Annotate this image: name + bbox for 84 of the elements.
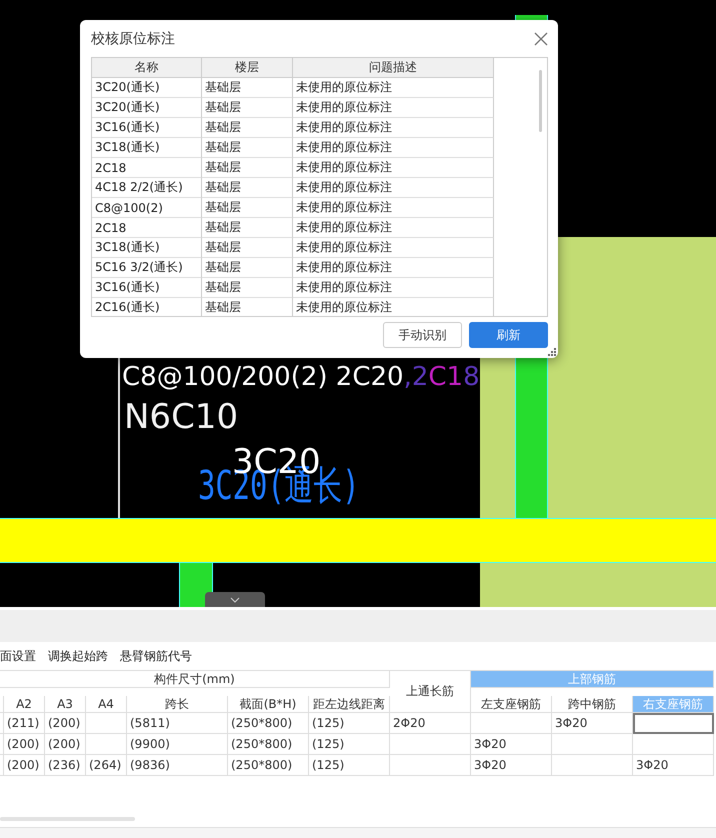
column-group-header: 上部钢筋 [471, 671, 714, 688]
table-cell[interactable]: (250*800) [228, 713, 309, 734]
table-cell[interactable]: 未使用的原位标注 [293, 218, 494, 238]
table-cell[interactable]: 基础层 [202, 198, 293, 218]
column-header[interactable]: 距左边线距离 [309, 696, 390, 713]
toolbar-item[interactable]: 调换起始跨 [48, 648, 108, 664]
table-cell[interactable]: 2C16(通长) [92, 298, 202, 316]
table-cell[interactable]: 3C20(通长) [92, 78, 202, 98]
dialog-title: 校核原位标注 [91, 30, 175, 48]
table-cell[interactable]: 2Φ20 [390, 713, 471, 734]
table-cell[interactable]: (125) [309, 713, 390, 734]
table-cell[interactable]: (264) [86, 755, 127, 776]
table-cell[interactable]: 基础层 [202, 98, 293, 118]
table-cell[interactable]: 2C18 [92, 218, 202, 238]
table-cell[interactable]: 未使用的原位标注 [293, 178, 494, 198]
column-shape [179, 563, 213, 607]
table-cell[interactable]: 未使用的原位标注 [293, 298, 494, 316]
table-cell[interactable]: 未使用的原位标注 [293, 238, 494, 258]
table-cell[interactable]: 2C18 [92, 158, 202, 178]
table-cell[interactable]: 基础层 [202, 118, 293, 138]
table-cell[interactable]: 3C18(通长) [92, 138, 202, 158]
table-cell[interactable]: (250*800) [228, 755, 309, 776]
table-cell[interactable]: 基础层 [202, 278, 293, 298]
table-cell[interactable]: 基础层 [202, 258, 293, 278]
table-cell[interactable]: 3C18(通长) [92, 238, 202, 258]
column-header[interactable]: 截面(B*H) [228, 696, 309, 713]
column-header[interactable]: A4 [86, 696, 127, 713]
column-header[interactable]: A3 [45, 696, 86, 713]
rebar-annotation: C8@100/200(2) 2C20,2C18 [122, 364, 480, 390]
column-header[interactable]: 跨长 [127, 696, 228, 713]
table-cell[interactable]: 基础层 [202, 218, 293, 238]
table-cell[interactable]: 未使用的原位标注 [293, 138, 494, 158]
table-cell[interactable]: (200) [45, 734, 86, 755]
table-cell[interactable]: 未使用的原位标注 [293, 258, 494, 278]
table-cell[interactable]: 未使用的原位标注 [293, 278, 494, 298]
rebar-annotation: N6C10 [124, 400, 238, 434]
table-cell[interactable]: 3C16(通长) [92, 118, 202, 138]
table-cell[interactable]: 基础层 [202, 238, 293, 258]
table-cell[interactable]: 3Φ20 [471, 734, 552, 755]
column-header[interactable]: A2 [4, 696, 45, 713]
table-cell[interactable]: 3Φ20 [633, 755, 714, 776]
chevron-down-icon [230, 596, 240, 602]
close-icon[interactable] [534, 32, 548, 46]
table-cell[interactable] [633, 713, 714, 734]
table-cell[interactable]: (125) [309, 734, 390, 755]
scrollbar-thumb[interactable] [539, 70, 542, 132]
table-cell[interactable]: 3C16(通长) [92, 278, 202, 298]
table-cell[interactable]: 3Φ20 [552, 713, 633, 734]
table-cell[interactable]: (200) [45, 713, 86, 734]
table-cell[interactable]: (9900) [127, 734, 228, 755]
column-header[interactable]: 左支座钢筋 [471, 696, 552, 713]
table-cell[interactable]: 5C16 3/2(通长) [92, 258, 202, 278]
column-header[interactable]: 楼层 [202, 58, 293, 78]
table-cell[interactable]: (9836) [127, 755, 228, 776]
table-cell[interactable]: 未使用的原位标注 [293, 158, 494, 178]
table-cell[interactable]: 基础层 [202, 158, 293, 178]
table-cell[interactable]: (211) [4, 713, 45, 734]
table-cell[interactable]: 基础层 [202, 298, 293, 316]
table-cell[interactable]: 基础层 [202, 138, 293, 158]
table-cell[interactable]: C8@100(2) [92, 198, 202, 218]
column-header[interactable]: 问题描述 [293, 58, 494, 78]
table-cell[interactable]: (200) [4, 755, 45, 776]
resize-grip-icon[interactable] [548, 348, 556, 356]
table-cell[interactable]: (236) [45, 755, 86, 776]
refresh-button[interactable]: 刷新 [469, 322, 548, 348]
table-cell[interactable]: (125) [309, 755, 390, 776]
toolbar-item[interactable]: 悬臂钢筋代号 [120, 648, 192, 664]
table-cell[interactable]: 基础层 [202, 178, 293, 198]
table-cell[interactable]: (200) [4, 734, 45, 755]
collapse-handle[interactable] [205, 592, 265, 607]
table-cell[interactable]: (250*800) [228, 734, 309, 755]
table-cell[interactable]: 3C20(通长) [92, 98, 202, 118]
manual-identify-button[interactable]: 手动识别 [383, 322, 462, 348]
table-cell[interactable]: 未使用的原位标注 [293, 78, 494, 98]
table-cell[interactable]: 3Φ20 [471, 755, 552, 776]
column-group-header: 构件尺寸(mm) [0, 671, 390, 688]
table-cell[interactable]: 未使用的原位标注 [293, 98, 494, 118]
table-cell[interactable]: (5811) [127, 713, 228, 734]
column-header[interactable]: 名称 [92, 58, 202, 78]
table-cell[interactable]: 4C18 2/2(通长) [92, 178, 202, 198]
table-cell[interactable]: 基础层 [202, 78, 293, 98]
table-cell[interactable]: 未使用的原位标注 [293, 198, 494, 218]
toolbar-item[interactable]: 面设置 [0, 648, 36, 664]
table-cell[interactable]: 未使用的原位标注 [293, 118, 494, 138]
